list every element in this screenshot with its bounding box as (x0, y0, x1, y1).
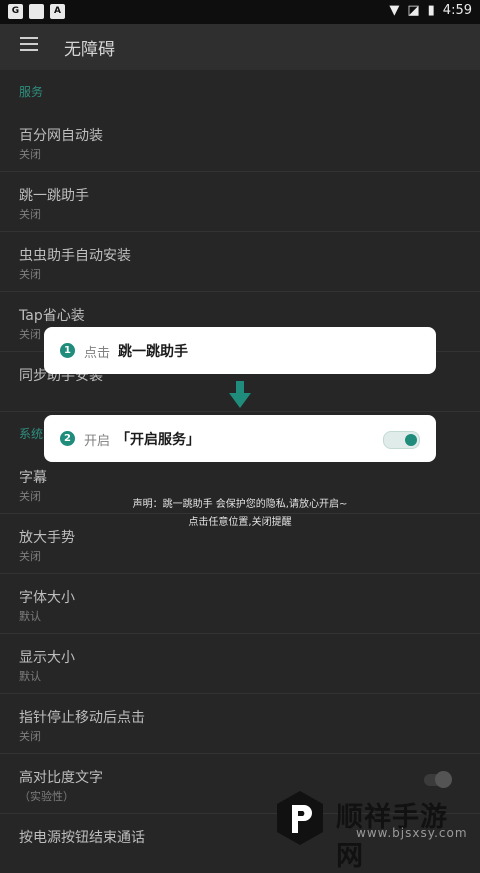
step-target: 「开启服务」 (116, 432, 200, 448)
clock: 4:59 (442, 3, 472, 18)
no-sim-icon: ◪ (407, 3, 420, 18)
step-number-badge: 2 (60, 431, 75, 446)
watermark-logo-icon (277, 791, 323, 845)
step-number-badge: 1 (60, 343, 75, 358)
notification-square-icon (29, 4, 44, 19)
page-title: 无障碍 (64, 40, 115, 60)
watermark: 顺祥手游网 www.bjsxsy.com (274, 789, 474, 872)
list-item-service-2[interactable]: 虫虫助手自动安装 关闭 (0, 232, 480, 292)
app-bar: 无障碍 (0, 24, 480, 70)
notification-a-icon: A (50, 4, 65, 19)
section-header-services: 服务 (19, 85, 44, 99)
status-bar: G A ▼ ◪ ▮ 4:59 (0, 0, 480, 24)
guide-note-line-1: 声明：跳一跳助手 会保护您的隐私,请放心开启~ (132, 499, 348, 510)
guide-note-line-2: 点击任意位置,关闭提醒 (188, 517, 292, 528)
service-toggle-on (383, 431, 420, 449)
guide-step-2-card: 2 开启 「开启服务」 (44, 415, 436, 462)
step-verb: 开启 (84, 434, 111, 449)
guide-step-1-card: 1 点击 跳一跳助手 (44, 327, 436, 374)
menu-icon[interactable] (20, 37, 38, 51)
arrow-down-icon (229, 381, 251, 408)
list-item-service-1[interactable]: 跳一跳助手 关闭 (0, 172, 480, 232)
notification-app-icon: G (8, 4, 23, 19)
list-item-system-2[interactable]: 字体大小 默认 (0, 574, 480, 634)
wifi-icon: ▼ (389, 3, 400, 18)
battery-icon: ▮ (427, 3, 435, 18)
list-item-system-3[interactable]: 显示大小 默认 (0, 634, 480, 694)
high-contrast-toggle[interactable] (424, 771, 452, 788)
watermark-url: www.bjsxsy.com (356, 826, 468, 840)
step-target: 跳一跳助手 (118, 344, 188, 360)
list-item-service-0[interactable]: 百分网自动装 关闭 (0, 112, 480, 172)
list-item-system-4[interactable]: 指针停止移动后点击 关闭 (0, 694, 480, 754)
step-verb: 点击 (84, 346, 111, 361)
settings-list: 服务 百分网自动装 关闭 跳一跳助手 关闭 虫虫助手自动安装 关闭 Tap省心装… (0, 70, 480, 873)
